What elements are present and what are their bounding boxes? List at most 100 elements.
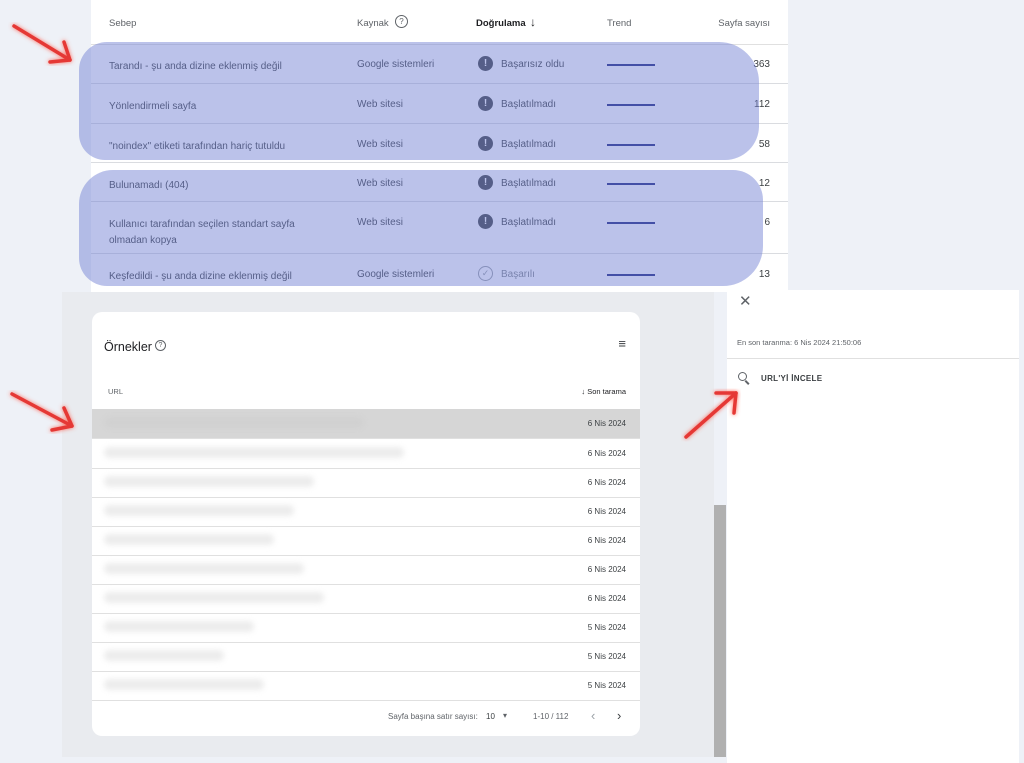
last-crawl-text: En son taranma: 6 Nis 2024 21:50:06	[737, 338, 862, 347]
example-row[interactable]: 6 Nis 2024	[92, 439, 640, 469]
issue-count: 12	[758, 178, 770, 189]
annotation-arrow-icon	[684, 391, 738, 439]
trend-sparkline	[607, 222, 655, 224]
error-icon: !	[478, 214, 493, 229]
crawl-date: 6 Nis 2024	[587, 507, 626, 516]
example-row[interactable]: 6 Nis 2024	[92, 409, 640, 439]
pagination: Sayfa başına satır sayısı: 10 ▾ 1-10 / 1…	[92, 704, 640, 728]
issue-reason: Tarandı - şu anda dizine eklenmiş değil	[109, 61, 282, 72]
header-trend: Trend	[607, 18, 632, 29]
examples-title: Örnekler	[104, 340, 152, 354]
error-icon: !	[478, 136, 493, 151]
close-icon[interactable]: ✕	[739, 292, 752, 310]
crawl-date: 5 Nis 2024	[587, 652, 626, 661]
chevron-left-icon[interactable]: ‹	[591, 708, 595, 723]
rows-per-page-label: Sayfa başına satır sayısı:	[388, 712, 478, 721]
url-placeholder	[104, 417, 364, 428]
issue-source: Web sitesi	[357, 99, 403, 110]
annotation-arrow-icon	[10, 392, 74, 432]
example-row[interactable]: 5 Nis 2024	[92, 642, 640, 672]
example-row[interactable]: 6 Nis 2024	[92, 526, 640, 556]
issue-source: Web sitesi	[357, 217, 403, 228]
search-icon[interactable]	[738, 372, 747, 381]
error-icon: !	[478, 175, 493, 190]
error-icon: !	[478, 56, 493, 71]
rows-per-page-select[interactable]: 10	[486, 712, 495, 721]
help-icon[interactable]: ?	[395, 15, 408, 28]
issue-row[interactable]: Kullanıcı tarafından seçilen standart sa…	[91, 202, 788, 254]
url-placeholder	[104, 679, 264, 690]
example-row[interactable]: 6 Nis 2024	[92, 555, 640, 585]
issue-row[interactable]: Yönlendirmeli sayfa Web sitesi ! Başlatı…	[91, 84, 788, 124]
filter-icon[interactable]: ≡	[618, 336, 626, 351]
issue-reason: Yönlendirmeli sayfa	[109, 101, 197, 112]
trend-sparkline	[607, 144, 655, 146]
error-icon: !	[478, 96, 493, 111]
issue-validation: Başarısız oldu	[501, 59, 565, 70]
issue-source: Google sistemleri	[357, 269, 435, 280]
divider	[727, 358, 1019, 359]
issue-count: 6	[764, 217, 770, 228]
column-last-crawl[interactable]: ↓ Son tarama	[581, 387, 626, 396]
url-placeholder	[104, 592, 324, 603]
issues-table: Sebep Kaynak ? Doğrulama ↓ Trend Sayfa s…	[79, 0, 788, 292]
annotation-arrow-icon	[12, 24, 72, 64]
crawl-date: 6 Nis 2024	[587, 449, 626, 458]
issue-row[interactable]: Bulunamadı (404) Web sitesi ! Başlatılma…	[91, 163, 788, 202]
header-kaynak: Kaynak	[357, 18, 389, 29]
header-dogrulama[interactable]: Doğrulama	[476, 18, 526, 29]
trend-sparkline	[607, 274, 655, 276]
example-row[interactable]: 5 Nis 2024	[92, 671, 640, 701]
issue-count: 112	[754, 99, 770, 110]
issue-count: 58	[758, 139, 770, 150]
crawl-date: 6 Nis 2024	[587, 565, 626, 574]
issue-row[interactable]: Tarandı - şu anda dizine eklenmiş değil …	[91, 44, 788, 84]
scrollbar[interactable]	[714, 505, 726, 757]
header-sayfa: Sayfa sayısı	[718, 18, 770, 29]
caret-down-icon[interactable]: ▾	[503, 711, 507, 720]
url-placeholder	[104, 650, 224, 661]
crawl-date: 5 Nis 2024	[587, 681, 626, 690]
issue-reason: Kullanıcı tarafından seçilen standart sa…	[109, 219, 295, 246]
trend-sparkline	[607, 183, 655, 185]
inspect-url-button[interactable]: URL'Yİ İNCELE	[761, 374, 822, 383]
chevron-right-icon[interactable]: ›	[617, 708, 621, 723]
issue-row[interactable]: Keşfedildi - şu anda dizine eklenmiş değ…	[91, 254, 788, 292]
issue-reason: "noindex" etiketi tarafından hariç tutul…	[109, 141, 286, 152]
issue-row[interactable]: "noindex" etiketi tarafından hariç tutul…	[91, 124, 788, 163]
help-icon[interactable]: ?	[155, 340, 166, 351]
issue-source: Web sitesi	[357, 139, 403, 150]
url-detail-panel: ✕ En son taranma: 6 Nis 2024 21:50:06 UR…	[727, 290, 1019, 763]
example-row[interactable]: 5 Nis 2024	[92, 613, 640, 643]
crawl-date: 5 Nis 2024	[587, 623, 626, 632]
issue-validation: Başarılı	[501, 269, 535, 280]
page-range: 1-10 / 112	[533, 712, 569, 721]
url-placeholder	[104, 505, 294, 516]
example-row[interactable]: 6 Nis 2024	[92, 584, 640, 614]
trend-sparkline	[607, 64, 655, 66]
issue-count: 13	[758, 269, 770, 280]
column-url: URL	[108, 387, 124, 396]
url-placeholder	[104, 476, 314, 487]
issue-validation: Başlatılmadı	[501, 217, 557, 228]
crawl-date: 6 Nis 2024	[587, 419, 626, 428]
issue-reason: Bulunamadı (404)	[109, 180, 189, 191]
crawl-date: 6 Nis 2024	[587, 594, 626, 603]
issue-validation: Başlatılmadı	[501, 178, 557, 189]
crawl-date: 6 Nis 2024	[587, 478, 626, 487]
examples-card: Örnekler ? ≡ URL ↓ Son tarama 6 Nis 2024…	[92, 312, 640, 736]
url-placeholder	[104, 534, 274, 545]
url-placeholder	[104, 447, 404, 458]
trend-sparkline	[607, 104, 655, 106]
issue-validation: Başlatılmadı	[501, 99, 557, 110]
issue-source: Google sistemleri	[357, 59, 435, 70]
example-row[interactable]: 6 Nis 2024	[92, 497, 640, 527]
issue-source: Web sitesi	[357, 178, 403, 189]
crawl-date: 6 Nis 2024	[587, 536, 626, 545]
example-row[interactable]: 6 Nis 2024	[92, 468, 640, 498]
sort-down-icon[interactable]: ↓	[530, 15, 536, 29]
issue-validation: Başlatılmadı	[501, 139, 557, 150]
issue-count: 363	[753, 59, 770, 70]
header-sebep: Sebep	[109, 18, 137, 29]
check-icon: ✓	[478, 266, 493, 281]
